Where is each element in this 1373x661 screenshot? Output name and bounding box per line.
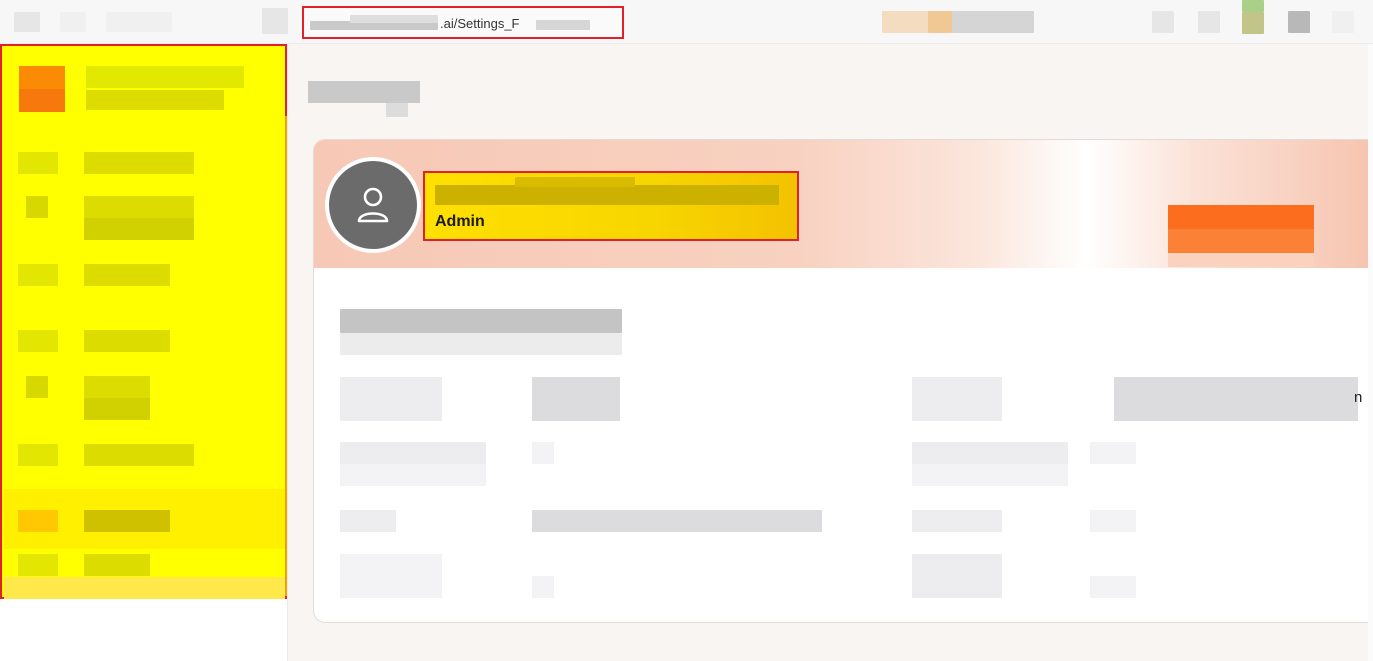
extension-icon[interactable] [1198, 11, 1220, 33]
edit-profile-button[interactable] [1168, 205, 1314, 267]
sidebar-item-label-blurred [84, 398, 150, 420]
user-icon [357, 187, 389, 223]
reload-icon[interactable] [106, 12, 172, 32]
nav-item-icon [18, 264, 58, 286]
page-title-blurred [308, 81, 420, 103]
profile-identity: Admin [423, 171, 799, 241]
extension-icon[interactable] [928, 11, 952, 33]
field-label-blurred [912, 464, 1068, 486]
url-text: .ai/Settings_F [440, 16, 520, 31]
user-name-blurred [435, 185, 779, 205]
url-suffix-blurred [536, 20, 590, 30]
user-role: Admin [435, 213, 485, 230]
sidebar-item-label-blurred [84, 196, 194, 218]
email-value-blurred [532, 510, 822, 532]
section-subtitle-blurred [340, 333, 622, 355]
button-shadow [1168, 253, 1314, 267]
field-label-blurred [912, 554, 1002, 598]
menu-icon[interactable] [1332, 11, 1354, 33]
main-content: Admin [287, 44, 1373, 661]
field-label-blurred [340, 377, 442, 421]
sidebar [0, 44, 289, 599]
sidebar-item-label-blurred [84, 330, 170, 352]
nav-item-icon [18, 510, 58, 532]
nav-item-icon [18, 554, 58, 576]
app-logo-shade [19, 89, 65, 112]
sidebar-item-label-blurred [84, 510, 170, 532]
field-label-blurred [912, 377, 1002, 421]
url-domain-blurred-top [350, 15, 438, 23]
avatar[interactable] [325, 157, 421, 253]
field-value-blurred [532, 377, 620, 421]
sidebar-footer [4, 577, 285, 599]
sidebar-item-label-blurred [84, 152, 194, 174]
field-value-blurred [1090, 510, 1136, 532]
field-value-blurred [1090, 576, 1136, 598]
nav-item-icon [18, 330, 58, 352]
nav-item-icon [26, 196, 48, 218]
page-title-blurred-tail [386, 103, 408, 117]
sidebar-item-label-blurred [84, 264, 170, 286]
field-label-blurred [340, 442, 486, 464]
sidebar-item-label-blurred [84, 444, 194, 466]
field-label-blurred [912, 510, 1002, 532]
sidebar-item-label-blurred [84, 554, 150, 576]
field-label-blurred [912, 442, 1068, 464]
nav-item-icon [26, 376, 48, 398]
extension-icon[interactable] [1152, 11, 1174, 33]
app-name-blurred [86, 66, 244, 88]
nav-item-icon [18, 152, 58, 174]
field-value-blurred [1090, 442, 1136, 464]
site-info-icon[interactable] [262, 8, 288, 34]
sidebar-item-label-blurred [84, 376, 150, 398]
scrollbar[interactable] [1368, 44, 1373, 661]
page-title [308, 81, 420, 117]
profile-icon[interactable] [1242, 0, 1264, 12]
extension-icon[interactable] [882, 11, 928, 33]
section-title-blurred [340, 309, 622, 333]
field-label-blurred [340, 510, 396, 532]
profile-icon-lower [1242, 12, 1264, 34]
back-icon[interactable] [14, 12, 40, 32]
button-label-blurred [1168, 229, 1314, 253]
field-value-blurred [1114, 377, 1358, 421]
field-value-blurred [532, 576, 554, 598]
sidebar-item-label-blurred [84, 218, 194, 240]
extension-icon[interactable] [1288, 11, 1310, 33]
profile-card: Admin [313, 139, 1373, 623]
user-name-blurred-top [515, 177, 635, 187]
address-bar[interactable]: .ai/Settings_F [302, 6, 624, 39]
field-label-blurred [340, 464, 486, 486]
field-value-blurred [532, 442, 554, 464]
extension-icon[interactable] [952, 11, 1034, 33]
browser-toolbar: .ai/Settings_F [0, 0, 1373, 44]
nav-item-icon [18, 444, 58, 466]
forward-icon[interactable] [60, 12, 86, 32]
field-label-blurred [340, 554, 442, 598]
app-subtitle-blurred [86, 90, 224, 110]
truncated-field-text: n [1354, 389, 1363, 406]
